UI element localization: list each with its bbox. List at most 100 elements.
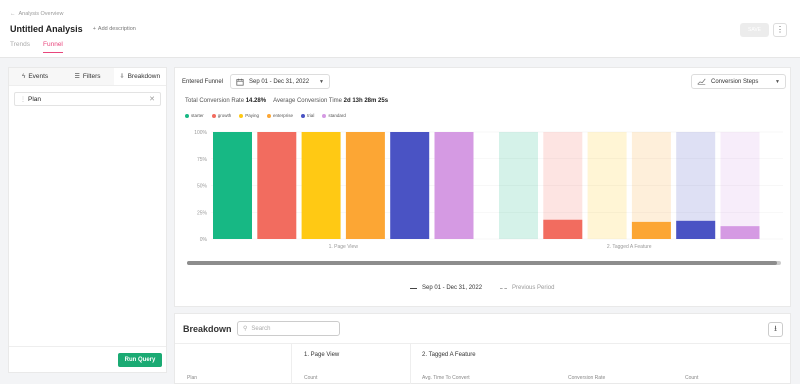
search-icon: ⚲ [243, 326, 248, 332]
period-legend: Sep 01 - Dec 31, 2022 Previous Period [410, 285, 554, 291]
legend-item-paying[interactable]: Paying [239, 113, 259, 118]
bar-standard-step-2[interactable] [720, 226, 760, 239]
view-select[interactable]: Conversion Steps ▼ [691, 74, 786, 89]
bar-dropoff-starter [499, 132, 538, 239]
bar-dropoff-paying [587, 132, 627, 239]
legend-item-growth[interactable]: growth [211, 113, 232, 118]
view-select-value: Conversion Steps [711, 78, 759, 85]
tab-trends[interactable]: Trends [10, 41, 30, 53]
bar-paying-step-1[interactable] [301, 132, 341, 239]
funnel-bar-chart: 100% 75% 50% 25% 0% 1. Page View 2. Tagged A F… [194, 130, 783, 250]
solid-line-icon [410, 287, 417, 289]
plus-icon: + [92, 26, 96, 32]
column-header-conversion-rate[interactable]: Conversion Rate [568, 375, 605, 381]
scrollbar-thumb[interactable] [187, 261, 777, 265]
column-divider [410, 343, 411, 384]
column-header-count[interactable]: Count [685, 375, 698, 381]
x-tick-label: 2. Tagged A Feature [607, 244, 652, 250]
avg-time-value: 2d 13h 28m 25s [343, 98, 389, 104]
tab-funnel[interactable]: Funnel [43, 41, 63, 53]
bar-standard-step-1[interactable] [434, 132, 474, 239]
bar-trial-step-1[interactable] [390, 132, 430, 239]
date-range-value: Sep 01 - Dec 31, 2022 [249, 78, 310, 85]
table-step-header: 2. Tagged A Feature [422, 352, 476, 358]
search-placeholder: Search [251, 325, 271, 332]
vertical-dots-icon[interactable]: ⋮ [773, 23, 787, 37]
legend-swatch [239, 113, 244, 118]
legend-item-standard[interactable]: standard [322, 113, 346, 118]
y-tick-label: 50% [197, 184, 208, 190]
bar-dropoff-standard [720, 132, 760, 239]
period-current[interactable]: Sep 01 - Dec 31, 2022 [410, 285, 482, 291]
tab-events-label: Events [28, 73, 49, 80]
breakdown-panel: Breakdown ⚲ Search ⭳ 1. Page View 2. Tag… [174, 313, 791, 384]
run-query-button[interactable]: Run Query [118, 353, 162, 367]
query-panel: ϟ Events ☰ Filters ⇩ Breakdown ⋮ Plan ✕ … [8, 67, 167, 373]
add-description-label: Add description [97, 26, 136, 32]
tab-breakdown[interactable]: ⇩ Breakdown [113, 68, 166, 85]
avg-time-stat: Average Conversion Time 2d 13h 28m 25s [273, 98, 388, 104]
drag-handle-icon[interactable]: ⋮ [20, 96, 26, 103]
column-header-count[interactable]: Count [304, 375, 317, 381]
add-description-link[interactable]: + Add description [93, 26, 136, 32]
funnel-chart-panel: Entered Funnel Sep 01 - Dec 31, 2022 ▼ C… [174, 67, 791, 307]
legend-swatch [185, 113, 189, 118]
breakdown-icon: ⇩ [119, 74, 125, 80]
legend-swatch [211, 113, 216, 118]
bar-trial-step-2[interactable] [676, 220, 716, 239]
breakdown-search-input[interactable]: ⚲ Search [237, 321, 340, 336]
tab-breakdown-label: Breakdown [127, 73, 161, 80]
table-step-header: 1. Page View [304, 352, 340, 358]
bar-enterprise-step-1[interactable] [345, 132, 385, 239]
chevron-down-icon: ▼ [319, 78, 324, 85]
chart-line-icon [697, 78, 706, 85]
legend-item-starter[interactable]: starter [185, 113, 204, 118]
table-divider [175, 343, 790, 344]
lightning-icon: ϟ [22, 73, 26, 80]
period-current-label: Sep 01 - Dec 31, 2022 [422, 285, 483, 291]
breakdown-property-label: Plan [28, 95, 42, 103]
legend-item-trial[interactable]: trial [301, 113, 314, 118]
bar-growth-step-1[interactable] [257, 132, 297, 239]
entered-funnel-label: Entered Funnel [182, 79, 224, 85]
legend-label: standard [328, 113, 346, 118]
close-icon[interactable]: ✕ [149, 95, 155, 103]
legend-swatch [301, 113, 306, 118]
filter-icon: ☰ [74, 74, 80, 80]
y-tick-label: 75% [197, 157, 208, 163]
legend-label: growth [217, 113, 232, 118]
analysis-tabs: Trends Funnel [10, 41, 63, 53]
column-divider [291, 343, 292, 384]
back-link[interactable]: ← Analysis Overview [10, 11, 63, 17]
period-previous[interactable]: Previous Period [500, 285, 554, 291]
tab-events[interactable]: ϟ Events [9, 68, 62, 85]
legend-swatch [267, 113, 272, 118]
back-link-label: Analysis Overview [18, 11, 64, 17]
arrow-left-icon: ← [10, 11, 16, 17]
query-tabs: ϟ Events ☰ Filters ⇩ Breakdown [9, 68, 166, 86]
page-header: ← Analysis Overview Untitled Analysis + … [0, 0, 800, 58]
page-title[interactable]: Untitled Analysis [10, 24, 83, 34]
chart-scrollbar[interactable] [187, 261, 781, 265]
period-previous-label: Previous Period [512, 285, 555, 291]
column-header-plan[interactable]: Plan [187, 375, 197, 381]
legend-label: Paying [245, 113, 260, 118]
bar-enterprise-step-2[interactable] [631, 221, 671, 239]
download-icon: ⭳ [774, 323, 777, 333]
dashed-line-icon [500, 287, 508, 289]
tab-filters[interactable]: ☰ Filters [61, 68, 114, 85]
legend-swatch [322, 113, 327, 118]
tab-filters-label: Filters [82, 73, 101, 80]
legend-item-enterprise[interactable]: enterprise [267, 113, 293, 118]
y-tick-label: 0% [200, 237, 208, 243]
bar-starter-step-1[interactable] [213, 132, 252, 239]
panel-divider [9, 346, 166, 347]
column-header-avg-time[interactable]: Avg. Time To Convert [422, 375, 470, 381]
download-button[interactable]: ⭳ [768, 322, 783, 337]
save-button[interactable]: SAVE [740, 23, 769, 37]
chart-legend: starter growth Paying enterprise trial standa… [185, 113, 346, 118]
bar-growth-step-2[interactable] [543, 219, 583, 239]
date-range-picker[interactable]: Sep 01 - Dec 31, 2022 ▼ [230, 74, 330, 89]
x-tick-label: 1. Page View [329, 244, 359, 250]
breakdown-property-chip[interactable]: ⋮ Plan ✕ [14, 92, 161, 106]
